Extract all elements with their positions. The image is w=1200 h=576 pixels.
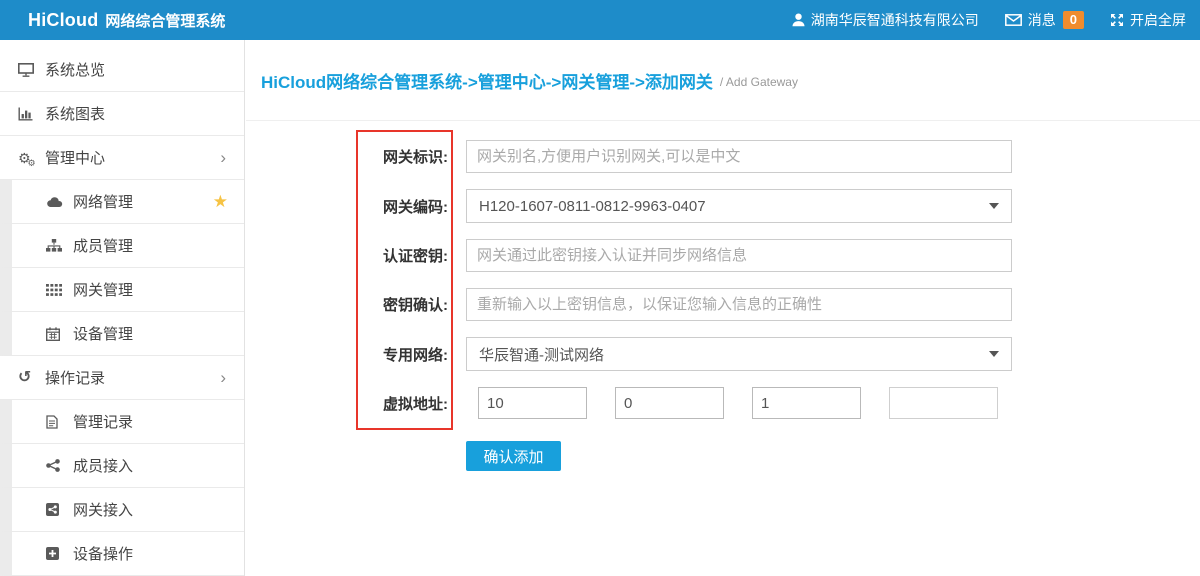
company-account-menu[interactable]: 湖南华辰智通科技有限公司 (792, 10, 979, 30)
auth-key-input[interactable] (466, 239, 1012, 272)
grid-icon (46, 284, 68, 296)
ip-octet-2-input[interactable] (615, 387, 724, 419)
form-row: 认证密钥: (246, 239, 1200, 272)
sidebar-item-label: 管理记录 (73, 411, 133, 432)
sidebar-item-label: 网络管理 (73, 191, 133, 212)
app-logo: HiCloud 网络综合管理系统 (0, 10, 225, 31)
form-row: 密钥确认: (246, 288, 1200, 321)
gateway-code-label: 网关编码: (246, 196, 448, 217)
sidebar-item-gateway-management[interactable]: 网关管理 (0, 268, 244, 312)
virtual-address-field (478, 387, 998, 419)
bar-chart-icon (18, 107, 40, 121)
fullscreen-toggle[interactable]: 开启全屏 (1110, 10, 1186, 30)
form-row: 网关标识: (246, 140, 1200, 173)
sidebar-item-network-management[interactable]: 网络管理 ★ (0, 180, 244, 224)
company-name: 湖南华辰智通科技有限公司 (811, 10, 979, 30)
dropdown-caret-icon (989, 203, 999, 209)
form-row: 虚拟地址: (246, 387, 1200, 419)
sidebar-item-member-management[interactable]: 成员管理 (0, 224, 244, 268)
breadcrumb-path: HiCloud网络综合管理系统->管理中心->网关管理->添加网关 (261, 68, 713, 93)
topbar-right: 湖南华辰智通科技有限公司 消息 0 开启全屏 (766, 10, 1200, 30)
sidebar-item-member-access[interactable]: 成员接入 (0, 444, 244, 488)
sidebar-item-operation-records[interactable]: ↺ 操作记录 › (0, 356, 244, 400)
sidebar-item-management-records[interactable]: 管理记录 (0, 400, 244, 444)
sidebar-item-system-overview[interactable]: 系统总览 (0, 48, 244, 92)
sidebar-item-label: 成员管理 (73, 235, 133, 256)
gateway-name-label: 网关标识: (246, 146, 448, 167)
chevron-right-icon: › (220, 149, 244, 166)
messages-menu[interactable]: 消息 0 (1005, 10, 1084, 30)
cloud-icon (46, 196, 68, 208)
add-gateway-form: 网关标识: 网关编码: H120-1607-0811-0812-9963-040… (246, 121, 1200, 471)
sidebar-item-label: 管理中心 (45, 147, 105, 168)
private-network-value: 华辰智通-测试网络 (479, 344, 604, 365)
main-content: HiCloud网络综合管理系统->管理中心->网关管理->添加网关 / Add … (246, 40, 1200, 576)
private-network-select[interactable]: 华辰智通-测试网络 (466, 337, 1012, 371)
messages-count-badge: 0 (1063, 11, 1084, 29)
auth-key-label: 认证密钥: (246, 245, 448, 266)
gateway-code-value: H120-1607-0811-0812-9963-0407 (479, 198, 706, 215)
history-icon: ↺ (18, 370, 40, 386)
gateway-code-select[interactable]: H120-1607-0811-0812-9963-0407 (466, 189, 1012, 223)
brand-name: HiCloud (28, 10, 98, 31)
dropdown-caret-icon (989, 351, 999, 357)
key-confirm-input[interactable] (466, 288, 1012, 321)
form-row: 专用网络: 华辰智通-测试网络 (246, 337, 1200, 371)
sidebar-item-device-management[interactable]: 设备管理 (0, 312, 244, 356)
messages-label: 消息 (1028, 10, 1056, 30)
user-icon (792, 13, 805, 27)
sidebar-item-gateway-access[interactable]: 网关接入 (0, 488, 244, 532)
share-icon (46, 459, 68, 472)
gears-icon: ⚙⚙ (18, 151, 40, 165)
brand-subtitle: 网络综合管理系统 (105, 10, 225, 31)
share-square-icon (46, 503, 68, 516)
sidebar-item-label: 设备操作 (73, 543, 133, 564)
sidebar-item-device-operations[interactable]: 设备操作 (0, 532, 244, 576)
sidebar-item-label: 网关接入 (73, 499, 133, 520)
private-network-label: 专用网络: (246, 344, 448, 365)
monitor-icon (18, 63, 40, 77)
ip-octet-4-input[interactable] (889, 387, 998, 419)
confirm-add-button[interactable]: 确认添加 (466, 441, 561, 471)
breadcrumb: HiCloud网络综合管理系统->管理中心->网关管理->添加网关 / Add … (246, 40, 1200, 121)
gateway-name-input[interactable] (466, 140, 1012, 173)
fullscreen-label: 开启全屏 (1130, 10, 1186, 30)
sidebar-item-label: 系统图表 (45, 103, 105, 124)
fullscreen-icon (1110, 13, 1124, 27)
key-confirm-label: 密钥确认: (246, 294, 448, 315)
breadcrumb-suffix: / Add Gateway (720, 75, 798, 89)
calendar-icon (46, 327, 68, 341)
sidebar-item-label: 操作记录 (45, 367, 105, 388)
form-row: 网关编码: H120-1607-0811-0812-9963-0407 (246, 189, 1200, 223)
plus-square-icon (46, 547, 68, 560)
ip-octet-3-input[interactable] (752, 387, 861, 419)
sidebar-item-system-charts[interactable]: 系统图表 (0, 92, 244, 136)
sidebar-item-label: 设备管理 (73, 323, 133, 344)
sidebar-item-management-center[interactable]: ⚙⚙ 管理中心 › (0, 136, 244, 180)
topbar: HiCloud 网络综合管理系统 湖南华辰智通科技有限公司 消息 0 (0, 0, 1200, 40)
favorite-star-icon[interactable]: ★ (213, 193, 244, 210)
mail-icon (1005, 14, 1022, 26)
sidebar-item-label: 网关管理 (73, 279, 133, 300)
sidebar-item-label: 系统总览 (45, 59, 105, 80)
virtual-address-label: 虚拟地址: (246, 393, 448, 414)
chevron-right-icon: › (220, 369, 244, 386)
sidebar-item-label: 成员接入 (73, 455, 133, 476)
sidebar: 系统总览 系统图表 ⚙⚙ 管理中心 › 网络管理 ★ 成员管理 (0, 40, 245, 576)
document-icon (46, 415, 68, 429)
ip-octet-1-input[interactable] (478, 387, 587, 419)
sitemap-icon (46, 239, 68, 252)
